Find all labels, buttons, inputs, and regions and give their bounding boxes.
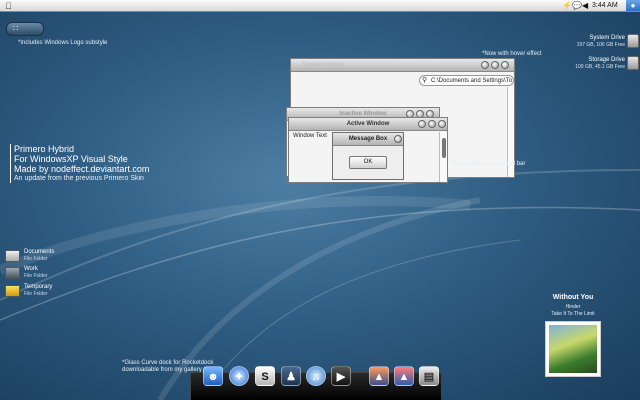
- hard-drive-icon: [627, 34, 639, 48]
- address-text: C:\Documents and Settings\To: [431, 78, 513, 84]
- minimize-button[interactable]: [481, 61, 489, 69]
- search-icon: ⚲: [422, 77, 428, 84]
- folder-icon: [5, 250, 20, 262]
- album-art: [549, 325, 597, 373]
- skype-icon[interactable]: S: [255, 366, 275, 386]
- album-cover[interactable]: [545, 321, 601, 377]
- finder-icon[interactable]: ☻: [203, 366, 223, 386]
- photo-icon[interactable]: ▲: [369, 366, 389, 386]
- theme-update-note: An update from the previous Primero Skin: [14, 175, 144, 182]
- message-box-title: Message Box: [333, 133, 403, 146]
- menu-bar:  ⚡ 💬 ◀ 3:44 AM ●: [0, 0, 640, 12]
- warning-folder-icon: [5, 285, 20, 297]
- drive-storage[interactable]: Storage Drive 100 GB, 45.1 GB Free: [575, 55, 640, 73]
- new-buttons-note: *New buttons and scroll bar: [452, 161, 526, 167]
- drive-system[interactable]: System Drive 197 GB, 106 GB Free: [577, 33, 640, 51]
- maximize-button[interactable]: [491, 61, 499, 69]
- message-box: Message Box OK: [332, 132, 404, 180]
- menu-clock[interactable]: 3:44 AM: [592, 2, 618, 10]
- itunes-icon[interactable]: ♫: [306, 366, 326, 386]
- trash-icon[interactable]: ▤: [419, 366, 439, 386]
- close-button[interactable]: [438, 120, 446, 128]
- folder-type: File Folder: [24, 256, 48, 262]
- spotlight-icon[interactable]: ●: [626, 0, 640, 11]
- close-button[interactable]: [501, 61, 509, 69]
- video-icon[interactable]: ▶: [331, 366, 351, 386]
- theme-name: Primero Hybrid: [14, 144, 75, 154]
- window-text: Window Text: [293, 133, 327, 139]
- folder-name: Documents: [24, 249, 55, 255]
- folder-name: Work: [24, 266, 38, 272]
- theme-description: Primero Hybrid For WindowsXP Visual Styl…: [10, 144, 149, 183]
- now-playing-artist: Hinder: [565, 304, 581, 310]
- safari-icon[interactable]: ✦: [229, 366, 249, 386]
- now-playing-title: Without You: [552, 294, 594, 301]
- close-button[interactable]: [394, 135, 402, 143]
- ok-button[interactable]: OK: [349, 156, 387, 169]
- logo-substyle-note: *Includes Windows Logo substyle: [18, 40, 108, 46]
- hard-drive-icon: [627, 56, 639, 70]
- photo2-icon[interactable]: ▲: [394, 366, 414, 386]
- apple-icon[interactable]: : [5, 1, 12, 11]
- folder-name: Temporary: [24, 284, 53, 290]
- theme-author: Made by nodeffect.deviantart.com: [14, 164, 150, 174]
- maximize-button[interactable]: [428, 120, 436, 128]
- folder-type: File Folder: [24, 291, 48, 297]
- drive-free-space: 197 GB, 106 GB Free: [576, 42, 625, 48]
- person-icon[interactable]: ♟: [281, 366, 301, 386]
- lightning-icon[interactable]: ⚡: [562, 1, 572, 11]
- start-button[interactable]: ∷: [6, 22, 44, 36]
- hover-effect-note: *Now with hover effect: [482, 51, 542, 57]
- now-playing-album: Take It To The Limit: [551, 311, 595, 317]
- drive-name: System Drive: [589, 35, 625, 41]
- active-scrollbar[interactable]: [439, 132, 447, 182]
- chat-icon[interactable]: 💬: [572, 1, 582, 11]
- folder-work[interactable]: Work File Folder: [5, 265, 65, 285]
- scroll-thumb[interactable]: [442, 138, 446, 158]
- folder-icon: [5, 267, 20, 279]
- folder-type: File Folder: [24, 273, 48, 279]
- drive-name: Storage Drive: [588, 57, 625, 63]
- folder-temporary[interactable]: Temporary File Folder: [5, 283, 65, 303]
- volume-icon[interactable]: ◀: [582, 1, 588, 11]
- theme-platform: For WindowsXP Visual Style: [14, 154, 128, 164]
- rocketdock-note-line1: *Glass Curve dock for Rocketdock: [122, 360, 214, 366]
- drive-free-space: 100 GB, 45.1 GB Free: [575, 64, 625, 70]
- minimize-button[interactable]: [418, 120, 426, 128]
- address-bar[interactable]: ⚲ C:\Documents and Settings\To: [419, 75, 514, 86]
